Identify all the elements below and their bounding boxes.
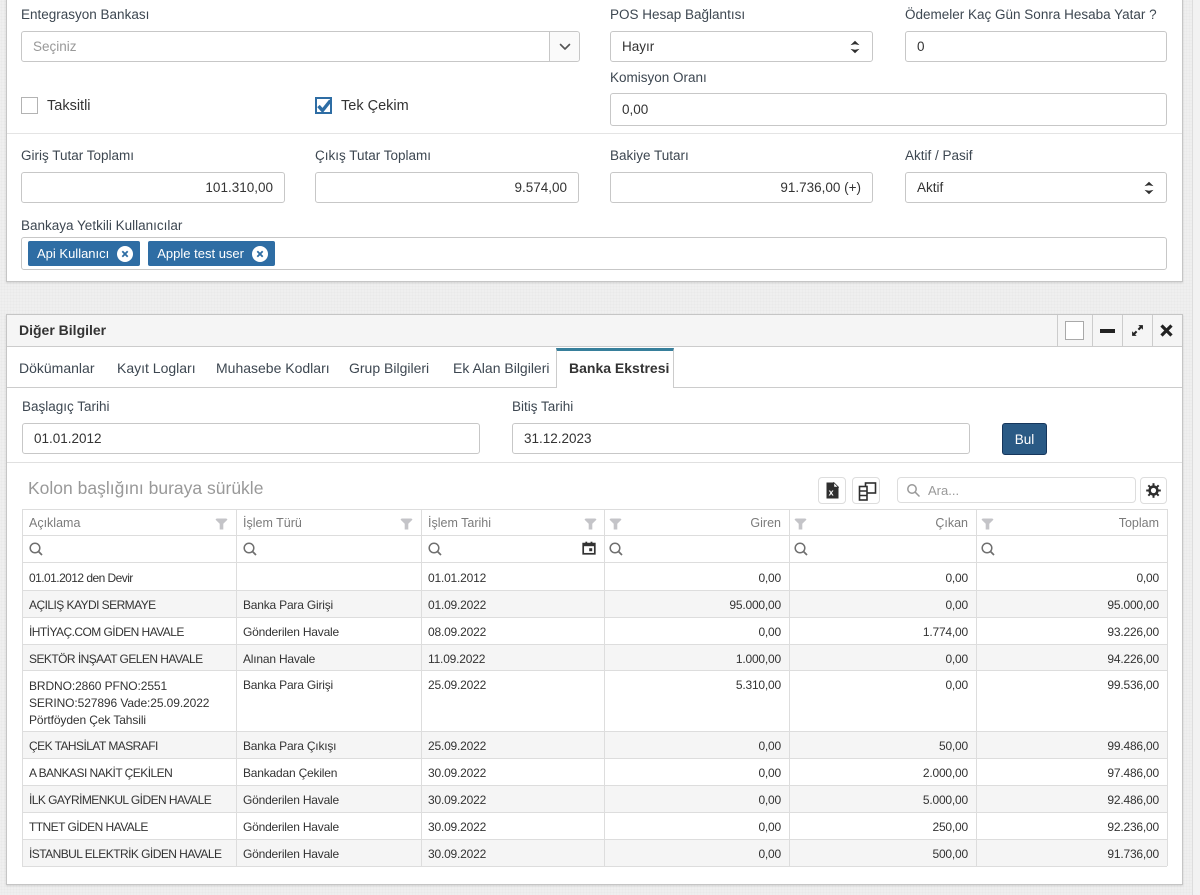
svg-text:x: x bbox=[829, 488, 834, 498]
